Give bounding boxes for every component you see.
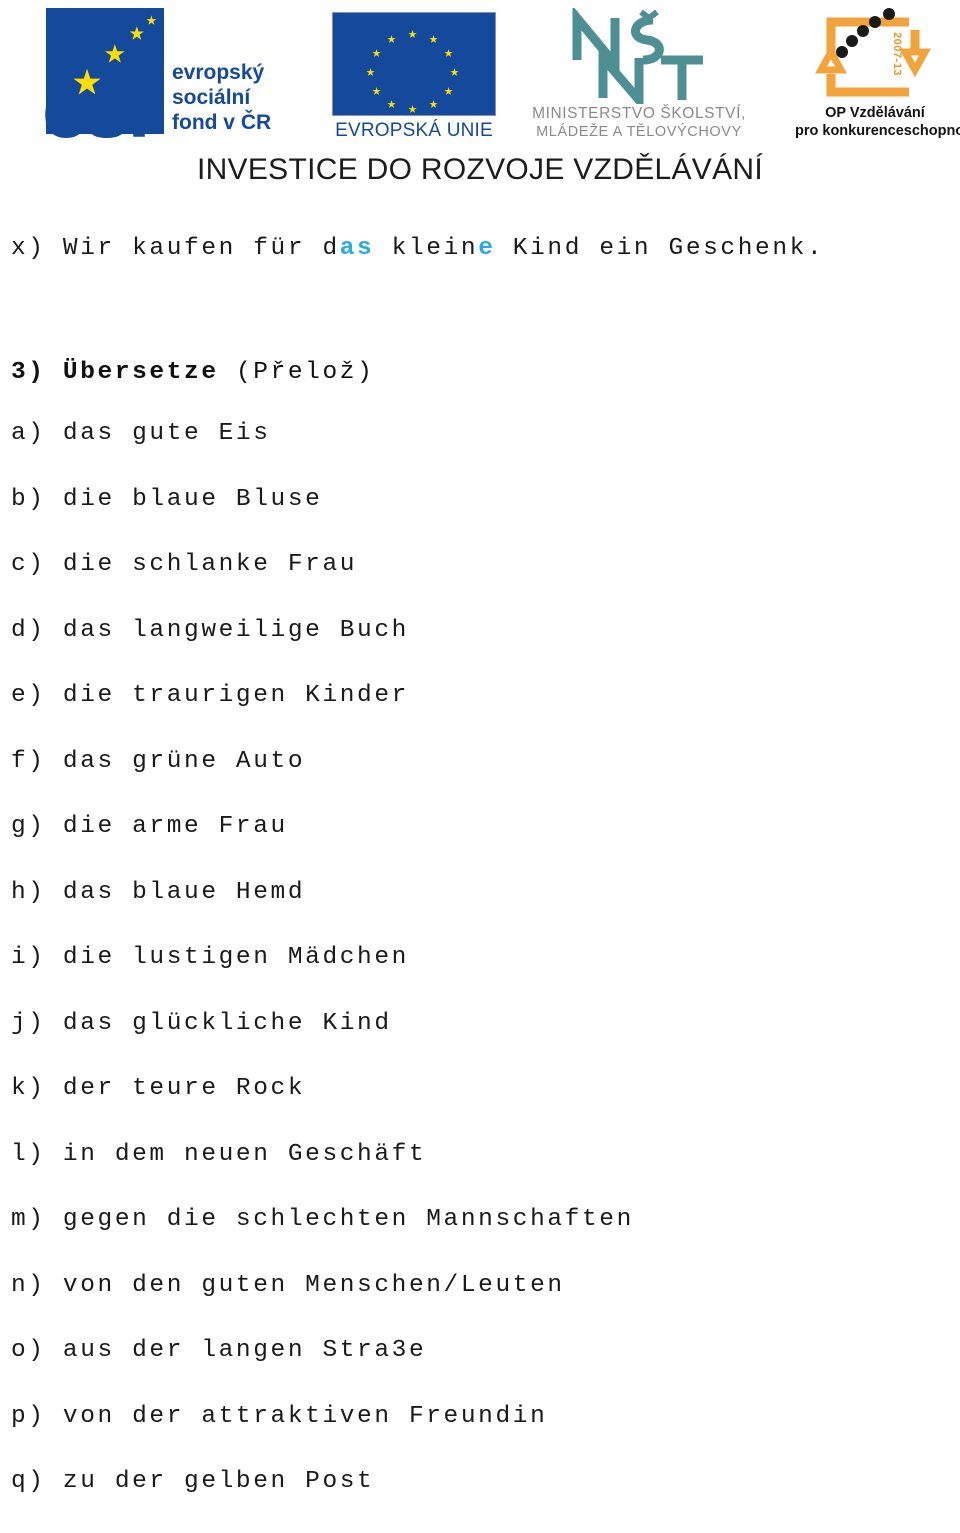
intro-sentence: x) Wir kaufen für das kleine Kind ein Ge… — [11, 234, 824, 264]
list-item: d) das langweilige Buch — [11, 616, 409, 644]
msmt-logo: MINISTERSTVO ŠKOLSTVÍ, MLÁDEŽE A TĚLOVÝC… — [505, 5, 775, 144]
eu-star-icon-11: ★ — [372, 45, 382, 62]
eu-star-icon-12: ★ — [387, 31, 397, 48]
esf-star-icon-3: ★ — [129, 18, 145, 48]
opvk-logo: 2007-13 OP Vzdělávání pro konkurencescho… — [795, 8, 960, 146]
european-union-logo: ★ ★ ★ ★ ★ ★ ★ ★ ★ ★ ★ ★ EVROPSKÁ UNIE — [330, 12, 502, 144]
intro-part-3: Kind ein Geschenk. — [495, 235, 825, 262]
eu-star-icon-8: ★ — [387, 96, 397, 113]
opvk-years-label: 2007-13 — [891, 32, 904, 76]
list-item: f) das grüne Auto — [11, 747, 306, 775]
eu-star-icon-4: ★ — [450, 64, 460, 81]
esf-caption-line-1: evropský — [172, 61, 265, 84]
list-item: k) der teure Rock — [11, 1075, 306, 1102]
list-item: l) in dem neuen Geschäft — [11, 1140, 427, 1168]
list-item: e) die traurigen Kinder — [11, 682, 409, 709]
esf-caption: evropský sociální fond v ČR — [172, 60, 271, 135]
list-item: i) die lustigen Mädchen — [11, 944, 409, 971]
eu-star-icon-2: ★ — [429, 31, 439, 48]
intro-part-1: Wir kaufen für d — [45, 235, 340, 262]
opvk-caption-line-2: pro konkurenceschopnost — [795, 123, 960, 139]
eu-caption: EVROPSKÁ UNIE — [335, 120, 493, 141]
banner-slogan: INVESTICE DO ROZVOJE VZDĚLÁVÁNÍ — [196, 153, 764, 186]
answer-list: a) das gute Eis b) die blaue Bluse c) di… — [11, 419, 941, 1533]
eu-star-icon-3: ★ — [444, 45, 454, 62]
list-item: g) die arme Frau — [11, 813, 288, 840]
intro-highlight-2: e — [478, 235, 496, 262]
eu-star-icon-7: ★ — [408, 101, 418, 118]
esf-logo: ★ ★ ★ ★ esf evropský sociální fond v ČR — [42, 8, 326, 150]
list-item: m) gegen die schlechten Mannschaften — [11, 1206, 634, 1233]
task-number: 3) — [11, 359, 46, 386]
opvk-mark-icon: 2007-13 — [813, 8, 933, 106]
list-item: h) das blaue Hemd — [11, 878, 306, 906]
list-item: c) die schlanke Frau — [11, 551, 358, 578]
msmt-caption-line-1: MINISTERSTVO ŠKOLSTVÍ, — [532, 105, 746, 122]
eu-star-icon-5: ★ — [444, 83, 454, 100]
list-item: a) das gute Eis — [11, 420, 271, 447]
eu-star-icon-6: ★ — [429, 96, 439, 113]
intro-part-2: klein — [374, 235, 479, 262]
list-item: o) aus der langen Stra3e — [11, 1337, 427, 1364]
list-item: b) die blaue Bluse — [11, 485, 323, 513]
list-item: n) von den guten Menschen/Leuten — [11, 1271, 565, 1299]
msmt-caption: MINISTERSTVO ŠKOLSTVÍ, MLÁDEŽE A TĚLOVÝC… — [505, 104, 773, 142]
intro-label: x) — [11, 235, 46, 262]
msmt-monogram-icon — [567, 5, 707, 113]
logo-row: ★ ★ ★ ★ esf evropský sociální fond v ČR … — [0, 5, 960, 150]
eu-star-icon-1: ★ — [408, 26, 418, 43]
document-body: x) Wir kaufen für das kleine Kind ein Ge… — [0, 205, 960, 1507]
funding-logo-banner: ★ ★ ★ ★ esf evropský sociální fond v ČR … — [0, 0, 960, 205]
msmt-caption-line-2: MLÁDEŽE A TĚLOVÝCHOVY — [536, 124, 742, 140]
task-heading: 3) Übersetze (Přelož) — [11, 358, 374, 388]
esf-caption-line-3: fond v ČR — [172, 111, 272, 134]
task-heading-space-1 — [46, 359, 63, 386]
intro-highlight-1: as — [339, 235, 375, 262]
task-verb: Übersetze — [62, 359, 219, 386]
list-item: q) zu der gelben Post — [11, 1468, 375, 1495]
opvk-caption: OP Vzdělávání pro konkurenceschopnost — [795, 104, 960, 140]
opvk-caption-line-1: OP Vzdělávání — [825, 105, 925, 121]
list-item: p) von der attraktiven Freundin — [11, 1402, 548, 1430]
task-heading-space-2 — [219, 359, 236, 386]
esf-wordmark: esf — [42, 61, 153, 155]
esf-caption-line-2: sociální — [172, 86, 251, 109]
eu-star-icon-9: ★ — [372, 83, 382, 100]
list-item: j) das glückliche Kind — [11, 1009, 392, 1037]
eu-star-icon-10: ★ — [366, 64, 376, 81]
eu-flag-background: ★ ★ ★ ★ ★ ★ ★ ★ ★ ★ ★ ★ — [332, 12, 496, 118]
task-translation: (Přelož) — [235, 359, 375, 386]
esf-star-icon-4: ★ — [146, 11, 157, 31]
